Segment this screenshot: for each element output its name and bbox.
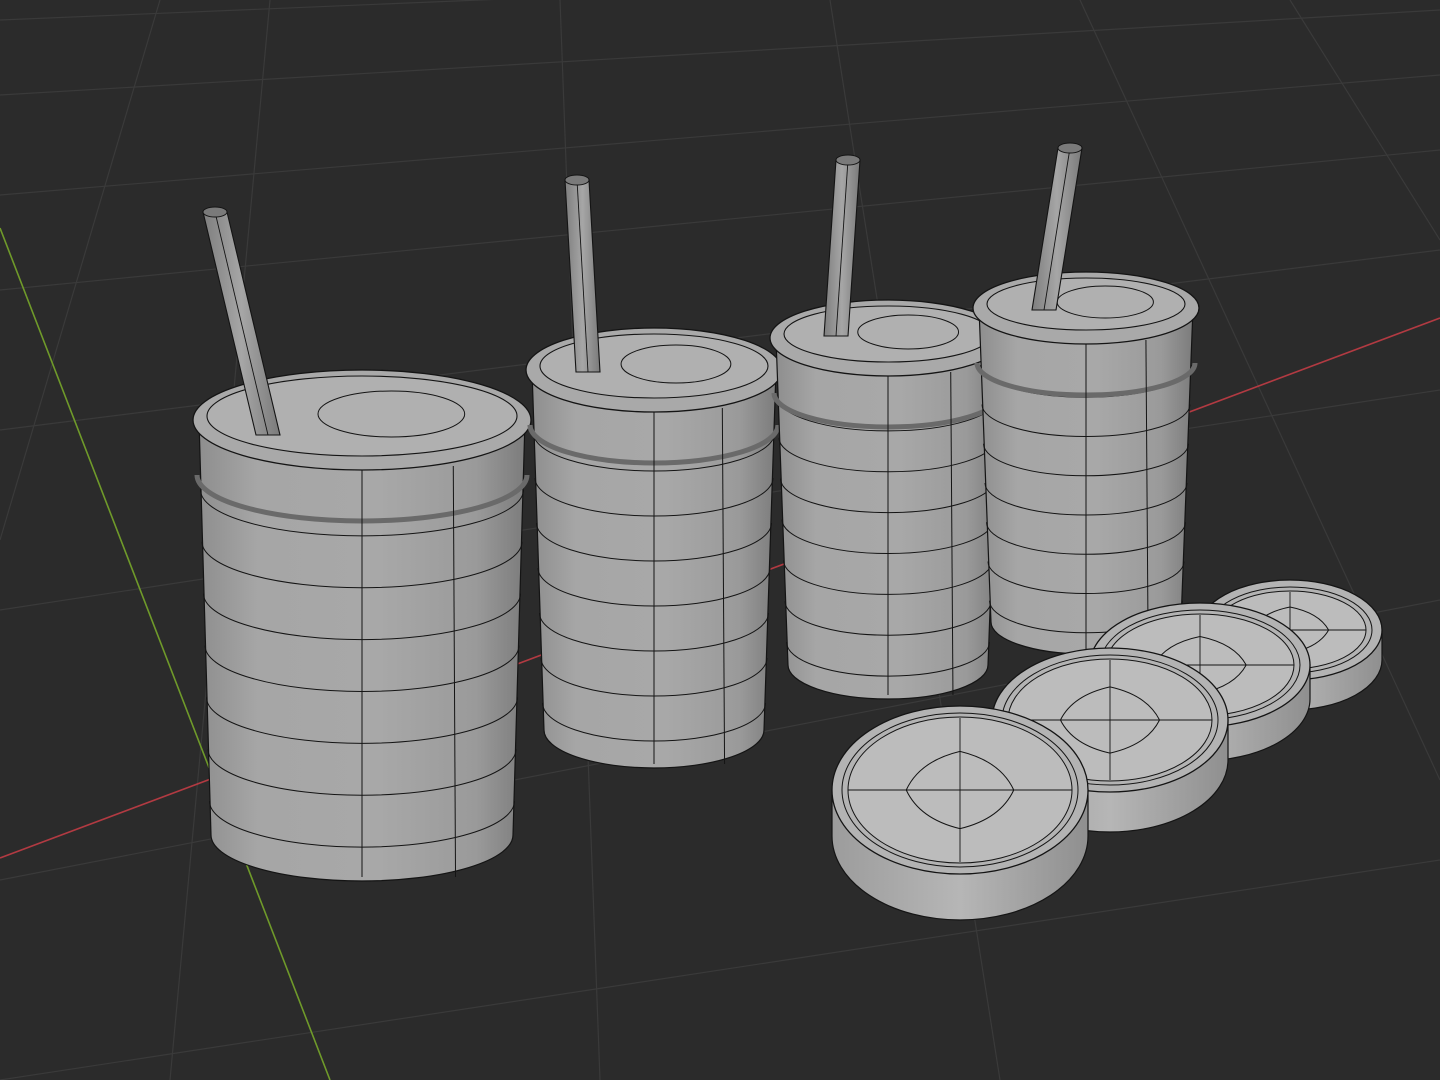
cup-with-straw[interactable] (769, 154, 1007, 700)
cup-with-straw[interactable] (525, 174, 783, 769)
cup-with-straw[interactable] (972, 142, 1200, 655)
straw-opening (202, 206, 228, 218)
viewport-canvas[interactable] (0, 0, 1440, 1080)
cup-lid-top (986, 277, 1186, 331)
3d-viewport[interactable] (0, 0, 1440, 1080)
cup-lid-top (783, 305, 993, 363)
straw-opening (835, 154, 861, 166)
straw-opening (1057, 142, 1083, 154)
cup-with-straw[interactable] (192, 206, 532, 882)
cup-lid[interactable] (831, 705, 1089, 921)
straw-opening (564, 174, 590, 186)
